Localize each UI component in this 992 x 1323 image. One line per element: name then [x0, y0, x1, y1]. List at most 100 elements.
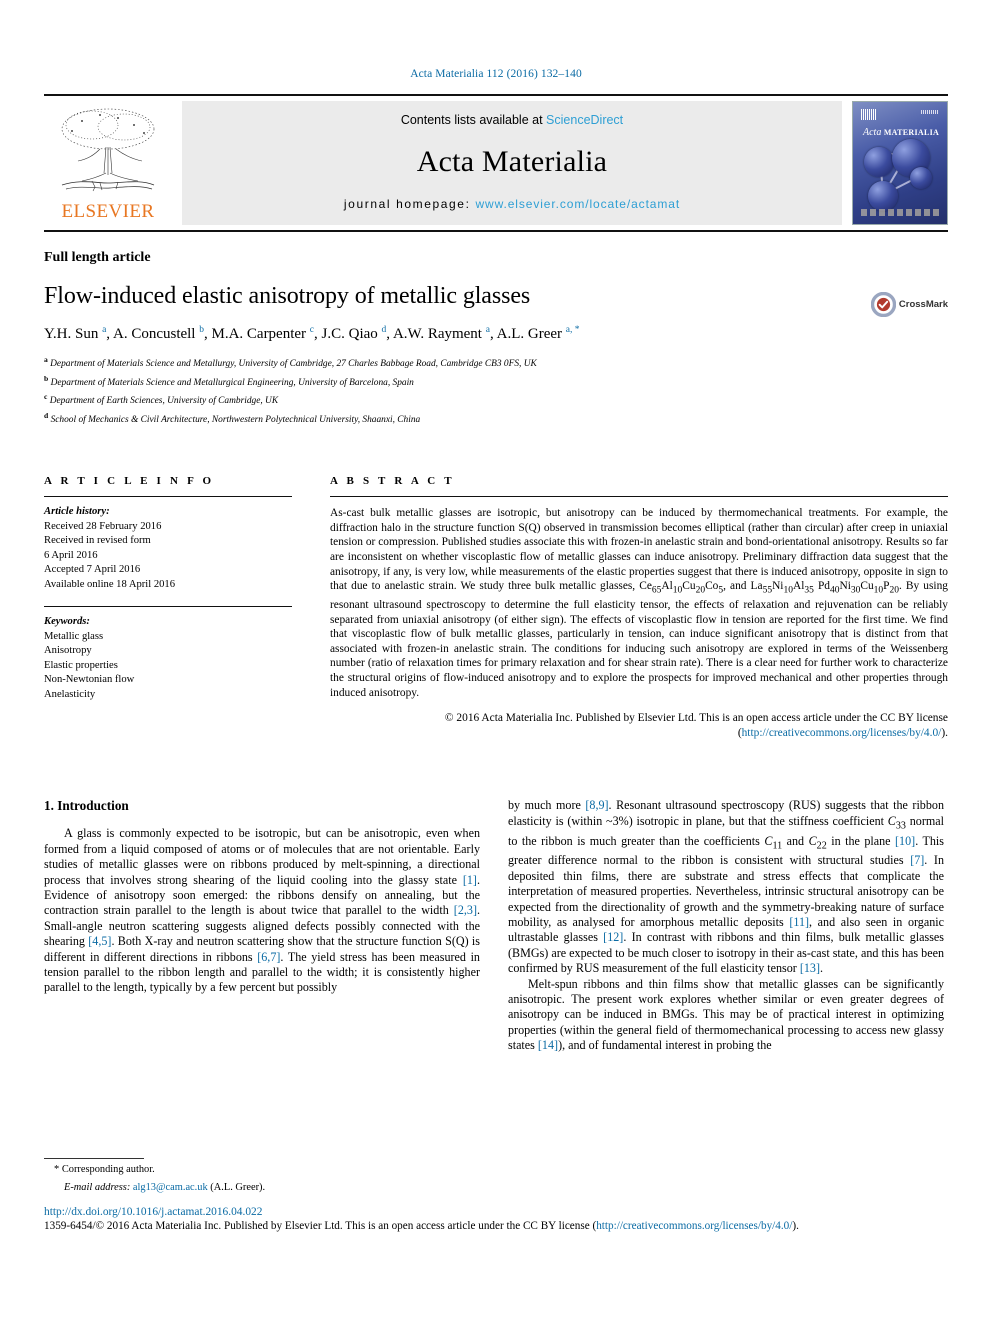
footnote-corresponding-text: Corresponding author.	[61, 1164, 155, 1175]
corresponding-author-footnote: * Corresponding author. E-mail address: …	[44, 1158, 480, 1195]
author-affil-mark: a, *	[565, 325, 580, 335]
author-name: A. Concustell	[112, 326, 196, 342]
email-link[interactable]: alg13@cam.ac.uk	[133, 1182, 208, 1193]
abstract-formula-2: La55Ni10Al35	[750, 580, 814, 596]
affiliation-mark: a	[44, 355, 48, 364]
cover-node-3	[910, 167, 932, 189]
masthead-center-panel: Contents lists available at ScienceDirec…	[182, 101, 842, 225]
doi-link[interactable]: http://dx.doi.org/10.1016/j.actamat.2016…	[44, 1206, 948, 1218]
running-head: Acta Materialia 112 (2016) 132–140	[410, 68, 582, 80]
article-info-column: A R T I C L E I N F O Article history: R…	[44, 475, 292, 740]
citation-10[interactable]: [10]	[895, 834, 915, 848]
citation-1[interactable]: [1]	[463, 873, 477, 887]
article-type-label: Full length article	[44, 250, 151, 265]
abstract-heading: A B S T R A C T	[330, 475, 455, 488]
page-title: Flow-induced elastic anisotropy of metal…	[44, 283, 531, 309]
footnote-corresponding-line: * Corresponding author.	[44, 1163, 480, 1177]
body-columns: 1. Introduction A glass is commonly expe…	[44, 798, 948, 1053]
author-name: Y.H. Sun	[44, 326, 99, 342]
history-item: 6 April 2016	[44, 549, 98, 561]
intro-text-a: A glass is commonly expected to be isotr…	[44, 826, 480, 887]
citation-4-5[interactable]: [4,5]	[88, 934, 111, 948]
keyword-item: Metallic glass	[44, 630, 104, 642]
cover-title-italic: Acta	[863, 127, 882, 138]
article-info-rule	[44, 496, 292, 498]
citation-2-3[interactable]: [2,3]	[454, 903, 477, 917]
intro-right2-b: ), and of fundamental interest in probin…	[558, 1038, 772, 1053]
intro-paragraph-left: A glass is commonly expected to be isotr…	[44, 826, 480, 995]
keywords-rule	[44, 606, 292, 608]
author-affil-mark: a	[485, 325, 490, 335]
keywords-label: Keywords:	[44, 616, 90, 628]
intro-paragraph-right-2: Melt-spun ribbons and thin films show th…	[508, 977, 944, 1054]
issn-text-b: ).	[792, 1220, 799, 1232]
author-affil-mark: b	[199, 325, 204, 335]
citation-7[interactable]: [7]	[910, 853, 924, 867]
abstract-part-2: , and	[723, 580, 747, 593]
intro-right-g: .	[820, 961, 824, 976]
crossmark-badge[interactable]: CrossMark	[870, 292, 948, 317]
affiliation-text: Department of Materials Science and Meta…	[50, 377, 414, 388]
history-item: Accepted 7 April 2016	[44, 564, 141, 576]
page-footer: http://dx.doi.org/10.1016/j.actamat.2016…	[44, 1206, 948, 1232]
affiliation-item: c Department of Earth Sciences, Universi…	[44, 390, 948, 409]
journal-masthead: ELSEVIER Contents lists available at Sci…	[44, 94, 948, 232]
issn-copyright-line: 1359-6454/© 2016 Acta Materialia Inc. Pu…	[44, 1220, 948, 1232]
author-affil-mark: a	[102, 325, 107, 335]
cover-barcode-icon	[861, 109, 877, 120]
keywords-block: Keywords: Metallic glass Anisotropy Elas…	[44, 615, 292, 702]
abstract-rule	[330, 496, 948, 498]
citation-8-9[interactable]: [8,9]	[585, 798, 608, 812]
footnote-rule	[44, 1158, 144, 1159]
contents-available-line: Contents lists available at ScienceDirec…	[401, 113, 623, 127]
author-item: M.A. Carpenter c	[211, 325, 314, 342]
citation-11[interactable]: [11]	[789, 915, 809, 929]
keyword-item: Anelasticity	[44, 688, 96, 700]
intro-paragraph-right-continued: by much more [8,9]. Resonant ultrasound …	[508, 798, 944, 976]
abstract-formula-3: Pd40Ni30Cu10P20	[817, 580, 900, 596]
author-item: A.W. Rayment a	[393, 325, 490, 342]
email-owner: (A.L. Greer).	[210, 1182, 266, 1193]
citation-13[interactable]: [13]	[800, 961, 820, 975]
author-name: J.C. Qiao	[321, 326, 378, 342]
affiliation-text: Department of Materials Science and Meta…	[50, 359, 537, 370]
cover-node-4	[868, 181, 898, 211]
abstract-column: A B S T R A C T As-cast bulk metallic gl…	[330, 475, 948, 740]
elsevier-logo: ELSEVIER	[44, 101, 172, 225]
elsevier-wordmark: ELSEVIER	[61, 201, 155, 222]
abstract-copyright: © 2016 Acta Materialia Inc. Published by…	[330, 711, 948, 740]
cc-license-link[interactable]: http://creativecommons.org/licenses/by/4…	[742, 727, 942, 739]
citation-12[interactable]: [12]	[603, 930, 623, 944]
affiliation-mark: d	[44, 410, 49, 420]
crossmark-label: CrossMark	[898, 299, 948, 310]
author-item: J.C. Qiao d	[321, 325, 387, 342]
keyword-item: Non-Newtonian flow	[44, 674, 135, 686]
keyword-item: Anisotropy	[44, 645, 92, 657]
article-history-block: Article history: Received 28 February 20…	[44, 505, 292, 592]
abstract-formula-1: Ce65Al10Cu20Co5	[639, 580, 724, 596]
cover-topright-mark	[921, 110, 939, 114]
affiliation-list: a Department of Materials Science and Me…	[44, 353, 948, 427]
homepage-prefix: journal homepage:	[343, 197, 471, 211]
affiliation-text: Department of Earth Sciences, University…	[49, 396, 279, 407]
affiliation-item: d School of Mechanics & Civil Architectu…	[44, 409, 948, 428]
info-abstract-region: A R T I C L E I N F O Article history: R…	[44, 475, 948, 740]
copyright-end: ).	[941, 726, 948, 739]
author-affil-mark: d	[381, 325, 387, 335]
email-label: E-mail address:	[64, 1182, 131, 1193]
homepage-url-link[interactable]: www.elsevier.com/locate/actamat	[475, 197, 680, 211]
section-heading-introduction: 1. Introduction	[44, 798, 129, 814]
citation-6-7[interactable]: [6,7]	[257, 950, 280, 964]
citation-14[interactable]: [14]	[538, 1038, 558, 1052]
journal-title: Acta Materialia	[416, 145, 608, 178]
masthead-top-rule	[44, 94, 948, 96]
elsevier-tree-icon	[61, 108, 155, 192]
issn-text-a: 1359-6454/© 2016 Acta Materialia Inc. Pu…	[44, 1220, 597, 1232]
history-item: Received 28 February 2016	[44, 520, 162, 532]
footer-cc-license-link[interactable]: http://creativecommons.org/licenses/by/4…	[596, 1220, 792, 1232]
body-column-left: 1. Introduction A glass is commonly expe…	[44, 798, 480, 1053]
sciencedirect-link[interactable]: ScienceDirect	[546, 113, 623, 127]
abstract-part-3: . By using resonant ultrasound spectrosc…	[330, 580, 948, 699]
affiliation-item: a Department of Materials Science and Me…	[44, 353, 948, 372]
journal-cover-thumbnail: Acta MATERIALIA	[852, 101, 948, 225]
